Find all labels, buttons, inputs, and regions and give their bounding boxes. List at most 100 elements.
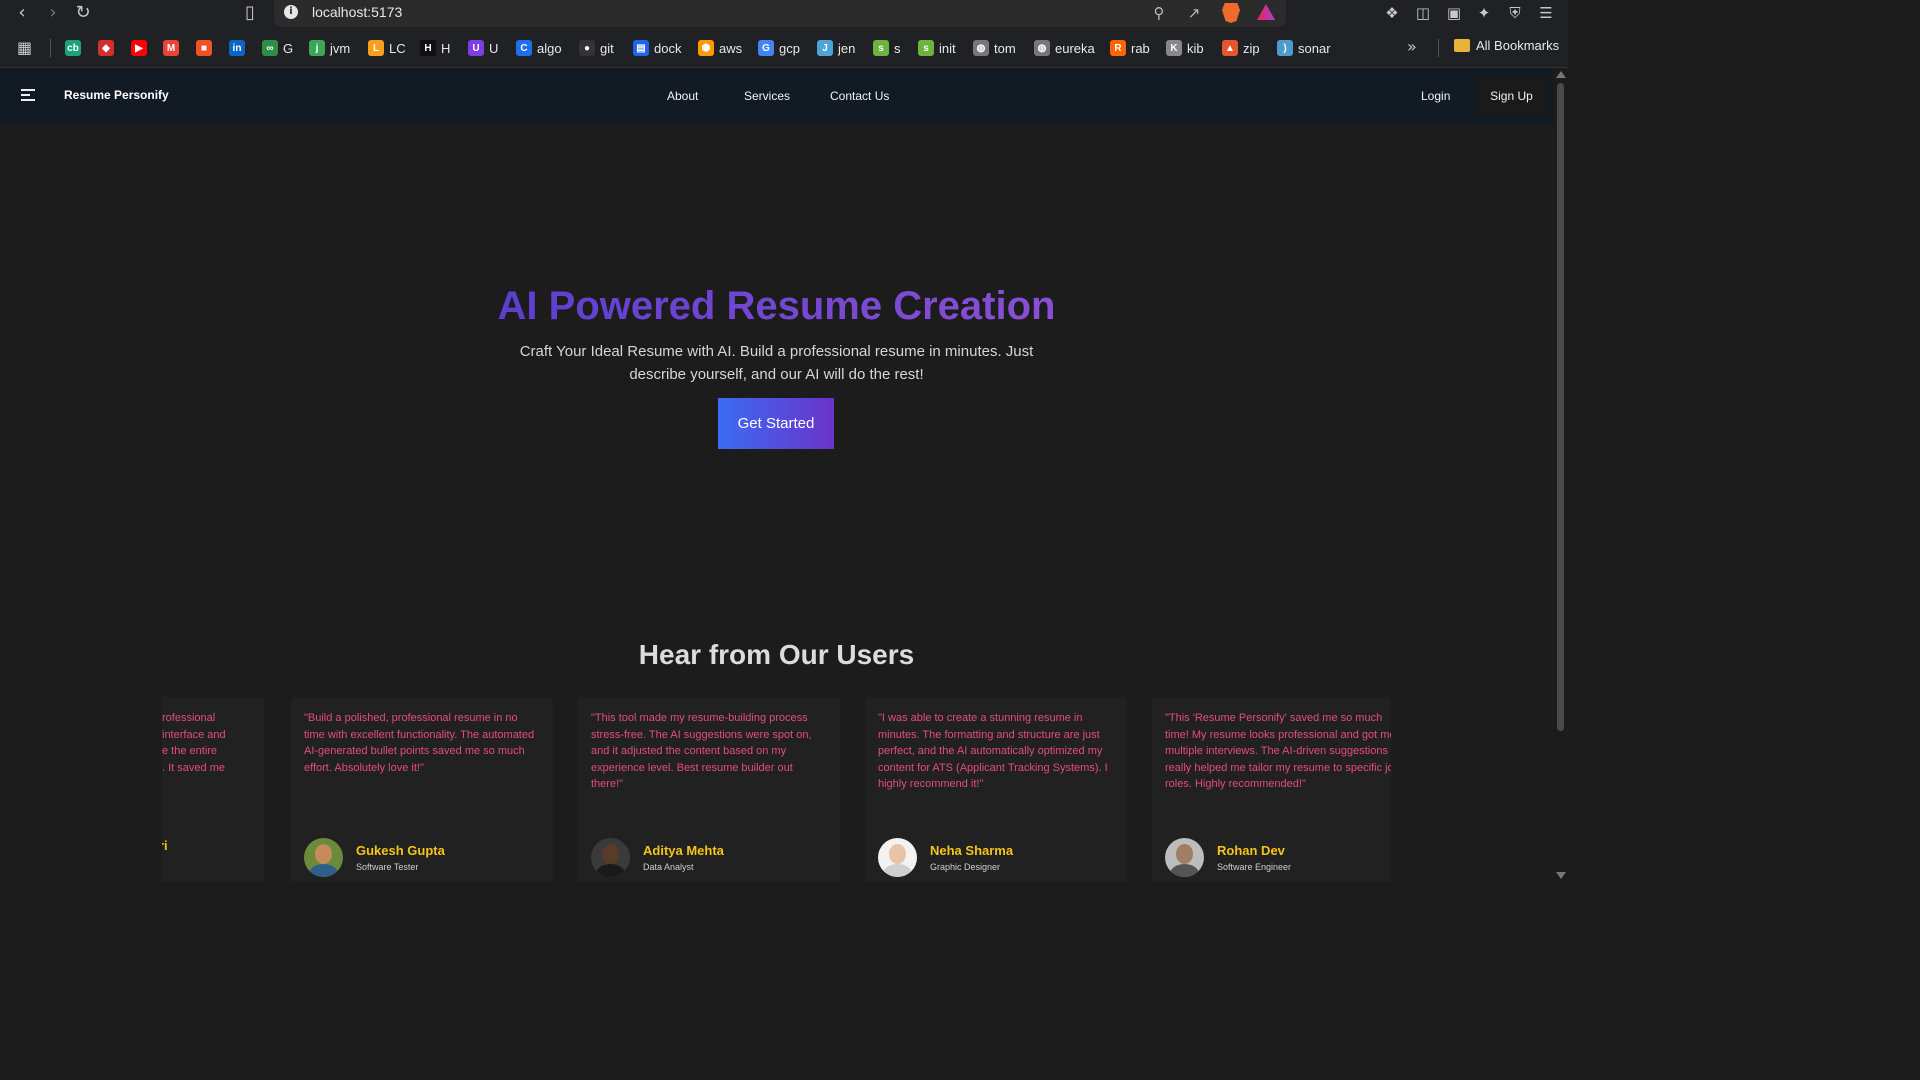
bookmark-label: kib bbox=[1187, 40, 1204, 56]
kibana-icon: K bbox=[1166, 40, 1182, 56]
bookmark-item[interactable]: L LC bbox=[368, 38, 406, 58]
testimonial-card: "This 'Resume Personify' saved me so muc… bbox=[1152, 697, 1391, 882]
bookmark-label: git bbox=[600, 40, 614, 56]
all-bookmarks-label: All Bookmarks bbox=[1476, 38, 1560, 53]
gmail-icon: M bbox=[163, 40, 179, 56]
share-icon[interactable]: ↗ bbox=[1183, 3, 1205, 23]
leo-ai-icon[interactable]: ✦ bbox=[1473, 3, 1495, 23]
rabbitmq-icon: R bbox=[1110, 40, 1126, 56]
url-text[interactable]: localhost:5173 bbox=[312, 4, 402, 20]
jvm-icon: j bbox=[309, 40, 325, 56]
extensions-icon[interactable]: ❖ bbox=[1381, 3, 1403, 23]
bookmark-label: init bbox=[939, 40, 956, 56]
apps-icon[interactable]: ▦ bbox=[17, 39, 35, 57]
cb-icon: cb bbox=[65, 40, 81, 56]
brand-name[interactable]: Resume Personify bbox=[64, 88, 169, 102]
testimonials-title: Hear from Our Users bbox=[638, 639, 915, 670]
author-role: Software Tester bbox=[356, 862, 419, 872]
linkedin-icon: in bbox=[229, 40, 245, 56]
bookmark-item[interactable]: ● git bbox=[579, 38, 614, 58]
bookmark-item[interactable]: Rrab bbox=[1110, 38, 1150, 58]
bookmark-item[interactable]: ◍ tom bbox=[973, 38, 1016, 58]
bookmark-item[interactable]: ) sonar bbox=[1277, 38, 1331, 58]
vpn-icon[interactable]: ⛨ bbox=[1504, 3, 1526, 23]
aws-icon: ⬢ bbox=[698, 40, 714, 56]
back-icon[interactable]: ‹ bbox=[11, 3, 33, 23]
page-content: Resume Personify About Services Contact … bbox=[0, 68, 1553, 882]
hamburger-menu-icon[interactable] bbox=[21, 89, 35, 101]
bookmark-item[interactable]: Jjen bbox=[817, 38, 855, 58]
hackerrank-icon: H bbox=[420, 40, 436, 56]
browser-toolbar: ‹ › ↻ ▯ i localhost:5173 ⚲ ↗ ❖ ◫ ▣ ✦ ⛨ ☰ bbox=[0, 0, 1568, 27]
signup-button[interactable]: Sign Up bbox=[1477, 77, 1546, 115]
bookmark-item[interactable]: ∞ G bbox=[262, 38, 293, 58]
bookmark-label: zip bbox=[1243, 40, 1260, 56]
wallet-icon[interactable]: ▣ bbox=[1443, 3, 1465, 23]
bookmark-item[interactable]: ⬢ aws bbox=[698, 38, 742, 58]
bookmark-item[interactable]: ■ bbox=[196, 38, 212, 58]
bookmark-item[interactable]: Ggcp bbox=[758, 38, 800, 58]
bookmark-label: eureka bbox=[1055, 40, 1095, 56]
scroll-up-icon[interactable] bbox=[1556, 71, 1566, 78]
bookmark-item[interactable]: ▶ bbox=[131, 38, 147, 58]
bookmark-item[interactable]: HH bbox=[420, 38, 450, 58]
zoom-icon[interactable]: ⚲ bbox=[1148, 3, 1170, 23]
github-icon: ● bbox=[579, 40, 595, 56]
author-name: ri bbox=[162, 838, 168, 853]
c-icon: C bbox=[516, 40, 532, 56]
nav-link-services[interactable]: Services bbox=[744, 89, 790, 103]
bookmark-label: algo bbox=[537, 40, 562, 56]
bookmark-item[interactable]: ◍ eureka bbox=[1034, 38, 1095, 58]
reload-icon[interactable]: ↻ bbox=[72, 3, 94, 23]
bookmark-item[interactable]: ss bbox=[873, 38, 901, 58]
bookmark-label: tom bbox=[994, 40, 1016, 56]
testimonial-card: "I was able to create a stunning resume … bbox=[865, 697, 1127, 882]
bookmark-label: dock bbox=[654, 40, 682, 56]
menu-icon[interactable]: ☰ bbox=[1535, 3, 1557, 23]
bookmark-icon[interactable]: ▯ bbox=[239, 3, 261, 23]
more-bookmarks-icon[interactable]: » bbox=[1407, 37, 1417, 56]
sidebar-icon[interactable]: ◫ bbox=[1412, 3, 1434, 23]
bookmark-item[interactable]: ◆ bbox=[98, 38, 114, 58]
site-info-icon[interactable]: i bbox=[284, 5, 298, 19]
bookmark-label: G bbox=[283, 40, 294, 56]
scroll-down-icon[interactable] bbox=[1556, 872, 1566, 879]
scroll-thumb[interactable] bbox=[1557, 83, 1564, 731]
all-bookmarks[interactable]: All Bookmarks bbox=[1454, 38, 1559, 53]
bookmark-item[interactable]: cb bbox=[65, 38, 81, 58]
youtube-icon: ▶ bbox=[131, 40, 147, 56]
gfg-icon: ∞ bbox=[262, 40, 278, 56]
nav-link-contact[interactable]: Contact Us bbox=[830, 89, 889, 103]
globe-icon: ◍ bbox=[1034, 40, 1050, 56]
testimonial-card: "This tool made my resume-building proce… bbox=[578, 697, 840, 882]
login-link[interactable]: Login bbox=[1421, 89, 1450, 103]
divider bbox=[1438, 39, 1439, 57]
forward-icon[interactable]: › bbox=[42, 3, 64, 23]
bookmark-item[interactable]: j jvm bbox=[309, 38, 350, 58]
get-started-button[interactable]: Get Started bbox=[718, 398, 834, 449]
bookmark-label: H bbox=[441, 40, 451, 56]
avatar bbox=[304, 838, 343, 877]
bookmark-item[interactable]: ▲ zip bbox=[1222, 38, 1260, 58]
microsoft-icon: ■ bbox=[196, 40, 212, 56]
bookmark-item[interactable]: s init bbox=[918, 38, 956, 58]
u-icon: U bbox=[468, 40, 484, 56]
nav-link-about[interactable]: About bbox=[667, 89, 698, 103]
bookmark-item[interactable]: ▤ dock bbox=[633, 38, 681, 58]
author-name: Gukesh Gupta bbox=[356, 843, 445, 858]
bookmark-item[interactable]: M bbox=[163, 38, 179, 58]
bookmark-label: aws bbox=[719, 40, 743, 56]
bookmark-item[interactable]: Calgo bbox=[516, 38, 562, 58]
testimonial-carousel[interactable]: rofessional interface and e the entire .… bbox=[162, 697, 1391, 882]
bookmark-item[interactable]: in bbox=[229, 38, 245, 58]
testimonial-author: Rohan Dev Software Engineer bbox=[1165, 838, 1291, 877]
bookmark-label: s bbox=[894, 40, 901, 56]
avatar bbox=[591, 838, 630, 877]
testimonial-card-partial: rofessional interface and e the entire .… bbox=[162, 697, 264, 882]
bookmark-item[interactable]: UU bbox=[468, 38, 498, 58]
address-bar[interactable]: i localhost:5173 bbox=[274, 0, 1286, 27]
testimonial-author: Neha Sharma Graphic Designer bbox=[878, 838, 1013, 877]
page-scrollbar[interactable] bbox=[1553, 68, 1568, 882]
author-name: Rohan Dev bbox=[1217, 843, 1285, 858]
bookmark-item[interactable]: Kkib bbox=[1166, 38, 1204, 58]
